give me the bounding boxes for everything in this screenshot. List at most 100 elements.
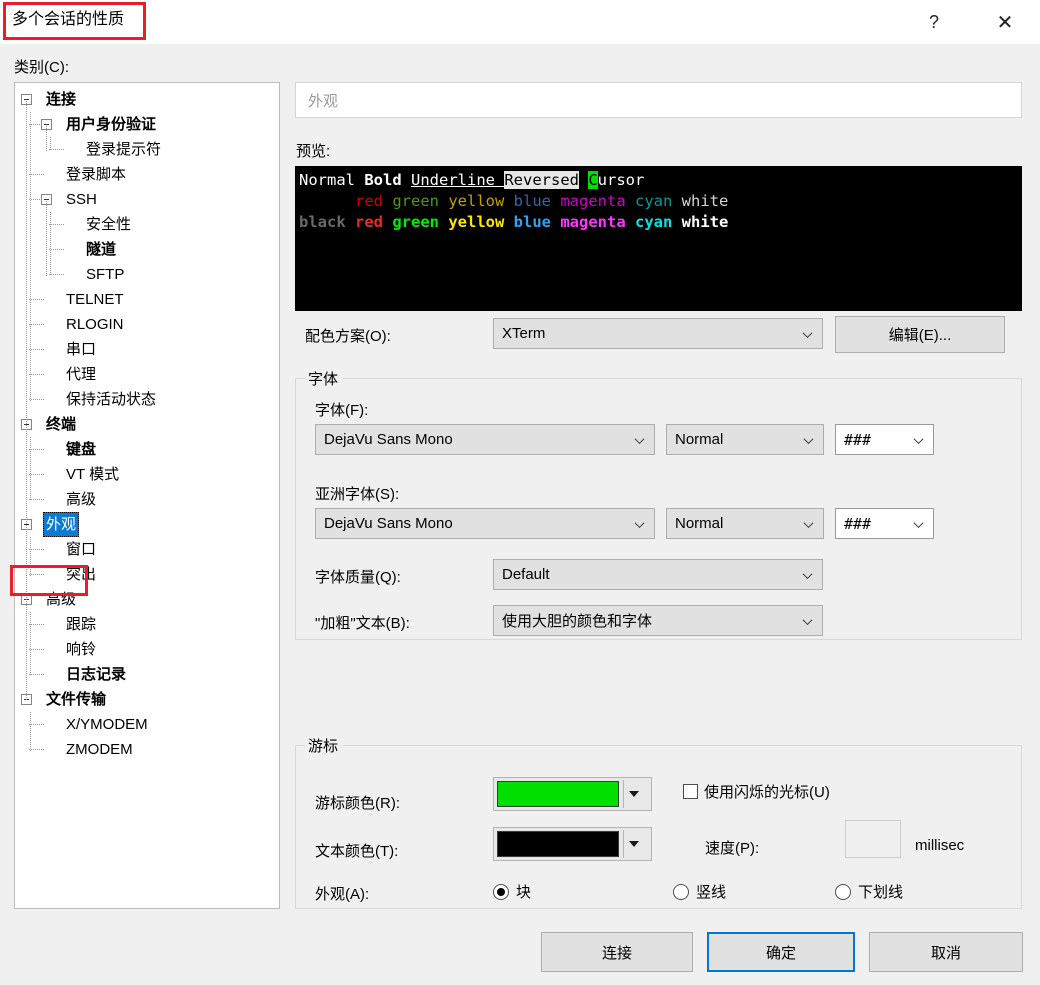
preview-token: Underline — [411, 171, 505, 189]
sidebar-item-3[interactable]: 登录脚本 — [63, 162, 129, 187]
sidebar-item-22[interactable]: 响铃 — [63, 637, 99, 662]
tree-connector — [29, 649, 44, 650]
sidebar-item-6[interactable]: 隧道 — [83, 237, 119, 262]
radio-vertical-line-label: 竖线 — [696, 884, 727, 901]
font-style-combo[interactable]: Normal — [666, 424, 824, 455]
sidebar-item-12[interactable]: 保持活动状态 — [63, 387, 159, 412]
cursor-colour-picker[interactable] — [493, 777, 652, 811]
sidebar-item-15[interactable]: VT 模式 — [63, 462, 122, 487]
sidebar-item-5[interactable]: 安全性 — [83, 212, 134, 237]
asian-font-combo[interactable]: DejaVu Sans Mono — [315, 508, 655, 539]
cancel-button[interactable]: 取消 — [869, 932, 1023, 972]
chevron-down-icon — [805, 437, 814, 443]
sidebar-item-label: 外观 — [43, 512, 80, 537]
radio-button — [493, 883, 509, 900]
colour-scheme-combo[interactable]: XTerm — [493, 318, 823, 349]
font-value: DejaVu Sans Mono — [324, 431, 453, 448]
chevron-down-icon — [629, 841, 639, 847]
preview-token: Bold — [364, 171, 411, 189]
cursor-group: 游标 — [295, 735, 1022, 909]
speed-label: 速度(P): — [705, 840, 760, 857]
asian-font-value: DejaVu Sans Mono — [324, 515, 453, 532]
window-title: 多个会话的性质 — [12, 11, 125, 28]
divider — [623, 830, 624, 858]
preview-token: red — [355, 213, 393, 231]
ok-button[interactable]: 确定 — [707, 932, 855, 972]
radio-block[interactable]: 块 — [493, 881, 531, 902]
sidebar-item-label: 用户身份验证 — [66, 116, 157, 133]
asian-font-style-combo[interactable]: Normal — [666, 508, 824, 539]
speed-input[interactable] — [845, 820, 901, 858]
close-icon[interactable]: ✕ — [982, 0, 1028, 44]
radio-underline-label: 下划线 — [858, 884, 904, 901]
chevron-down-icon — [805, 521, 814, 527]
category-tree[interactable]: 连接用户身份验证登录提示符登录脚本 SSH 安全性隧道 SFTP TELNET RLOGI… — [14, 82, 280, 909]
sidebar-item-24[interactable]: 文件传输 — [43, 687, 109, 712]
asian-font-size-combo[interactable]: ### — [835, 508, 934, 539]
tree-connector — [49, 224, 64, 225]
preview-row-attributes: Normal Bold Underline Reversed Cursor — [299, 170, 1022, 191]
sidebar-item-13[interactable]: 终端 — [43, 412, 79, 437]
sidebar-item-8[interactable]: TELNET — [63, 287, 127, 312]
sidebar-item-18[interactable]: 窗口 — [63, 537, 99, 562]
font-combo[interactable]: DejaVu Sans Mono — [315, 424, 655, 455]
terminal-preview: Normal Bold Underline Reversed Cursor re… — [295, 166, 1022, 311]
preview-label: 预览: — [296, 143, 331, 160]
sidebar-item-4[interactable]: SSH — [63, 187, 100, 212]
font-size-combo[interactable]: ### — [835, 424, 934, 455]
tree-connector — [49, 149, 64, 150]
sidebar-item-14[interactable]: 键盘 — [63, 437, 99, 462]
sidebar-item-20[interactable]: 高级 — [43, 587, 79, 612]
chevron-down-icon — [804, 331, 813, 337]
sidebar-item-7[interactable]: SFTP — [83, 262, 127, 287]
sidebar-item-26[interactable]: ZMODEM — [63, 737, 136, 762]
tree-connector — [29, 399, 44, 400]
blink-cursor-checkbox[interactable]: 使用闪烁的光标(U) — [683, 781, 830, 802]
sidebar-item-label: 安全性 — [86, 216, 132, 233]
sidebar-item-9[interactable]: RLOGIN — [63, 312, 127, 337]
text-colour-picker[interactable] — [493, 827, 652, 861]
sidebar-item-19[interactable]: 突出 — [63, 562, 99, 587]
sidebar-item-label: 登录脚本 — [66, 166, 127, 183]
help-button[interactable]: ? — [911, 0, 957, 44]
colour-scheme-value: XTerm — [502, 325, 546, 342]
preview-token: white — [681, 213, 729, 231]
radio-block-label: 块 — [516, 884, 532, 901]
sidebar-item-11[interactable]: 代理 — [63, 362, 99, 387]
sidebar-item-16[interactable]: 高级 — [63, 487, 99, 512]
chevron-down-icon — [804, 618, 813, 624]
sidebar-item-label: VT 模式 — [66, 466, 120, 483]
font-size-value: ### — [844, 430, 872, 449]
sidebar-item-2[interactable]: 登录提示符 — [83, 137, 164, 162]
edit-scheme-button[interactable]: 编辑(E)... — [835, 316, 1005, 353]
tree-connector — [29, 324, 44, 325]
sidebar-item-25[interactable]: X/YMODEM — [63, 712, 151, 737]
sidebar-item-23[interactable]: 日志记录 — [63, 662, 129, 687]
text-colour-label: 文本颜色(T): — [315, 843, 399, 860]
preview-token: yellow — [448, 192, 514, 210]
bold-text-combo[interactable]: 使用大胆的颜色和字体 — [493, 605, 823, 636]
sidebar-item-label: 键盘 — [66, 441, 97, 458]
font-group-title: 字体 — [305, 368, 344, 389]
tree-connector — [29, 549, 44, 550]
font-quality-combo[interactable]: Default — [493, 559, 823, 590]
sidebar-item-label: 高级 — [66, 491, 97, 508]
sidebar-item-0[interactable]: 连接 — [43, 87, 79, 112]
radio-vertical-line[interactable]: 竖线 — [673, 881, 726, 902]
font-quality-value: Default — [502, 566, 550, 583]
tree-spine-file — [30, 712, 31, 751]
sidebar-item-1[interactable]: 用户身份验证 — [63, 112, 159, 137]
sidebar-item-21[interactable]: 跟踪 — [63, 612, 99, 637]
font-style-value: Normal — [675, 431, 724, 448]
radio-underline[interactable]: 下划线 — [835, 881, 903, 902]
sidebar-item-10[interactable]: 串口 — [63, 337, 99, 362]
sidebar-item-17[interactable]: 外观 — [43, 512, 80, 537]
title-bar: 多个会话的性质 ? ✕ — [0, 0, 1040, 44]
connect-button[interactable]: 连接 — [541, 932, 693, 972]
sidebar-item-label: SFTP — [86, 266, 125, 283]
sidebar-item-label: 文件传输 — [46, 691, 107, 708]
preview-token: cyan — [634, 213, 682, 231]
chevron-down-icon — [636, 521, 645, 527]
preview-token — [299, 192, 355, 210]
tree-spine-auth — [50, 137, 51, 151]
